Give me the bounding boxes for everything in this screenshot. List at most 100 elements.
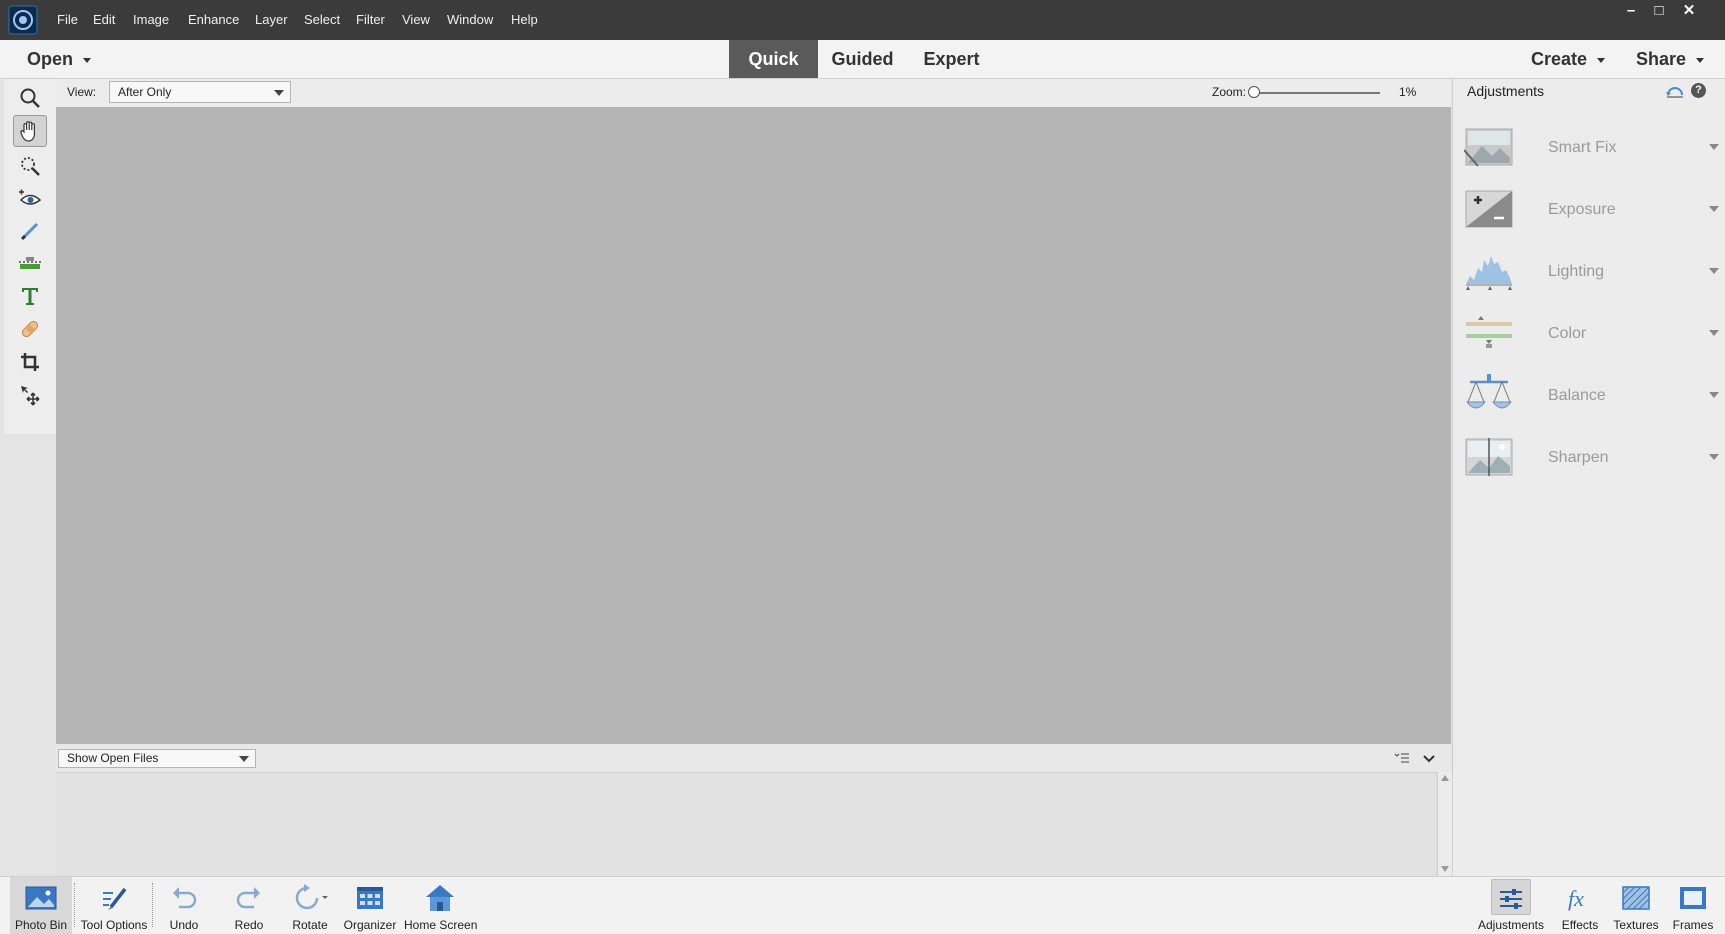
frames-button[interactable]: Frames — [1668, 877, 1718, 934]
create-button[interactable]: Create — [1531, 40, 1606, 78]
divider — [152, 883, 154, 927]
minimize-button[interactable]: – — [1617, 0, 1645, 22]
menu-edit[interactable]: Edit — [93, 0, 115, 40]
adjustment-color[interactable]: Color — [1464, 308, 1719, 360]
whiten-teeth-tool[interactable] — [13, 215, 47, 247]
scroll-down-icon[interactable] — [1441, 866, 1449, 872]
maximize-button[interactable]: □ — [1645, 0, 1673, 22]
adjustment-balance[interactable]: Balance — [1464, 370, 1719, 422]
adjustments-button[interactable]: Adjustments — [1475, 877, 1547, 934]
zoom-slider-thumb[interactable] — [1248, 86, 1260, 98]
share-button[interactable]: Share — [1636, 40, 1705, 78]
magnifier-icon — [20, 88, 40, 108]
photo-bin-icon — [25, 886, 57, 910]
help-icon[interactable]: ? — [1691, 83, 1706, 98]
tab-expert[interactable]: Expert — [907, 40, 996, 78]
photo-bin-button[interactable]: Photo Bin — [10, 877, 72, 934]
redo-button[interactable]: Redo — [225, 877, 273, 934]
chevron-down-icon — [1709, 206, 1719, 212]
textures-button[interactable]: Textures — [1610, 877, 1662, 934]
adjustment-exposure[interactable]: Exposure — [1464, 184, 1719, 236]
brush-icon — [20, 222, 39, 241]
frames-label: Frames — [1672, 918, 1714, 932]
bandage-icon — [21, 320, 39, 338]
adjustment-label: Sharpen — [1548, 449, 1609, 466]
effects-label: Effects — [1561, 918, 1599, 932]
adjustment-sharpen[interactable]: Sharpen — [1464, 432, 1719, 484]
title-bar: File Edit Image Enhance Layer Select Fil… — [0, 0, 1725, 40]
show-open-files-value: Show Open Files — [67, 751, 159, 765]
chevron-down-icon — [1597, 57, 1606, 63]
view-select[interactable]: After Only — [109, 81, 291, 103]
svg-text:fx: fx — [1568, 886, 1584, 911]
rotate-icon — [295, 884, 328, 910]
close-button[interactable]: ✕ — [1675, 0, 1703, 22]
organizer-button[interactable]: Organizer — [342, 877, 398, 934]
adjustment-label: Color — [1548, 325, 1587, 342]
toolbox — [4, 79, 57, 434]
histogram-icon — [1464, 250, 1514, 292]
show-open-files-select[interactable]: Show Open Files — [58, 749, 256, 768]
menu-layer[interactable]: Layer — [255, 0, 288, 40]
menu-enhance[interactable]: Enhance — [188, 0, 239, 40]
home-screen-label: Home Screen — [404, 918, 478, 932]
straighten-icon — [19, 257, 41, 269]
smart-fix-icon — [1463, 126, 1514, 168]
reset-panel-icon[interactable] — [1665, 83, 1685, 102]
adjustments-icon — [1500, 889, 1522, 909]
scroll-up-icon[interactable] — [1441, 775, 1449, 781]
hand-tool[interactable] — [13, 115, 47, 147]
rotate-button[interactable]: Rotate — [285, 877, 335, 934]
home-screen-button[interactable]: Home Screen — [404, 877, 478, 934]
crop-tool[interactable] — [13, 346, 47, 378]
chevron-down-icon — [1709, 144, 1719, 150]
color-sliders-icon — [1464, 312, 1514, 354]
image-canvas[interactable] — [56, 107, 1451, 744]
menu-help[interactable]: Help — [511, 0, 538, 40]
chevron-down-icon — [1696, 57, 1705, 63]
straighten-tool[interactable] — [13, 248, 47, 280]
spot-healing-tool[interactable] — [13, 313, 47, 345]
undo-button[interactable]: Undo — [160, 877, 208, 934]
eye-icon — [19, 189, 42, 205]
menu-image[interactable]: Image — [133, 0, 169, 40]
home-icon — [426, 885, 454, 911]
fx-icon: fx — [1568, 886, 1584, 911]
undo-label: Undo — [169, 918, 199, 932]
collapse-bin-icon[interactable] — [1423, 752, 1435, 767]
zoom-slider-track[interactable] — [1254, 92, 1380, 94]
create-label: Create — [1531, 49, 1588, 69]
frames-icon — [1680, 887, 1706, 909]
tool-options-icon — [103, 887, 127, 910]
view-select-value: After Only — [118, 85, 172, 99]
adjustment-lighting[interactable]: Lighting — [1464, 246, 1719, 298]
redo-label: Redo — [234, 918, 264, 932]
chevron-down-icon — [1709, 454, 1719, 460]
adjustment-smart-fix[interactable]: Smart Fix — [1463, 122, 1719, 174]
zoom-tool[interactable] — [13, 82, 47, 114]
menu-file[interactable]: File — [57, 0, 78, 40]
bin-options-icon[interactable] — [1394, 751, 1410, 768]
photo-bin-label: Photo Bin — [14, 918, 68, 932]
hand-icon — [20, 121, 35, 142]
chevron-down-icon — [239, 756, 249, 762]
photo-bin-area[interactable] — [56, 772, 1437, 877]
tab-guided[interactable]: Guided — [818, 40, 907, 78]
menu-view[interactable]: View — [402, 0, 430, 40]
menu-select[interactable]: Select — [304, 0, 340, 40]
menu-filter[interactable]: Filter — [356, 0, 385, 40]
tool-options-button[interactable]: Tool Options — [76, 877, 152, 934]
effects-button[interactable]: fx Effects — [1555, 877, 1605, 934]
zoom-value: 1% — [1399, 85, 1417, 99]
type-tool[interactable] — [13, 280, 47, 312]
quick-selection-tool[interactable] — [13, 150, 47, 182]
scale-icon — [1464, 374, 1514, 416]
redo-icon — [236, 887, 260, 909]
photo-bin-scrollbar[interactable] — [1437, 772, 1452, 876]
textures-label: Textures — [1613, 918, 1659, 932]
tab-quick[interactable]: Quick — [729, 40, 818, 78]
red-eye-tool[interactable] — [13, 183, 47, 215]
move-tool[interactable] — [13, 379, 47, 411]
open-button[interactable]: Open — [27, 40, 92, 78]
menu-window[interactable]: Window — [447, 0, 493, 40]
